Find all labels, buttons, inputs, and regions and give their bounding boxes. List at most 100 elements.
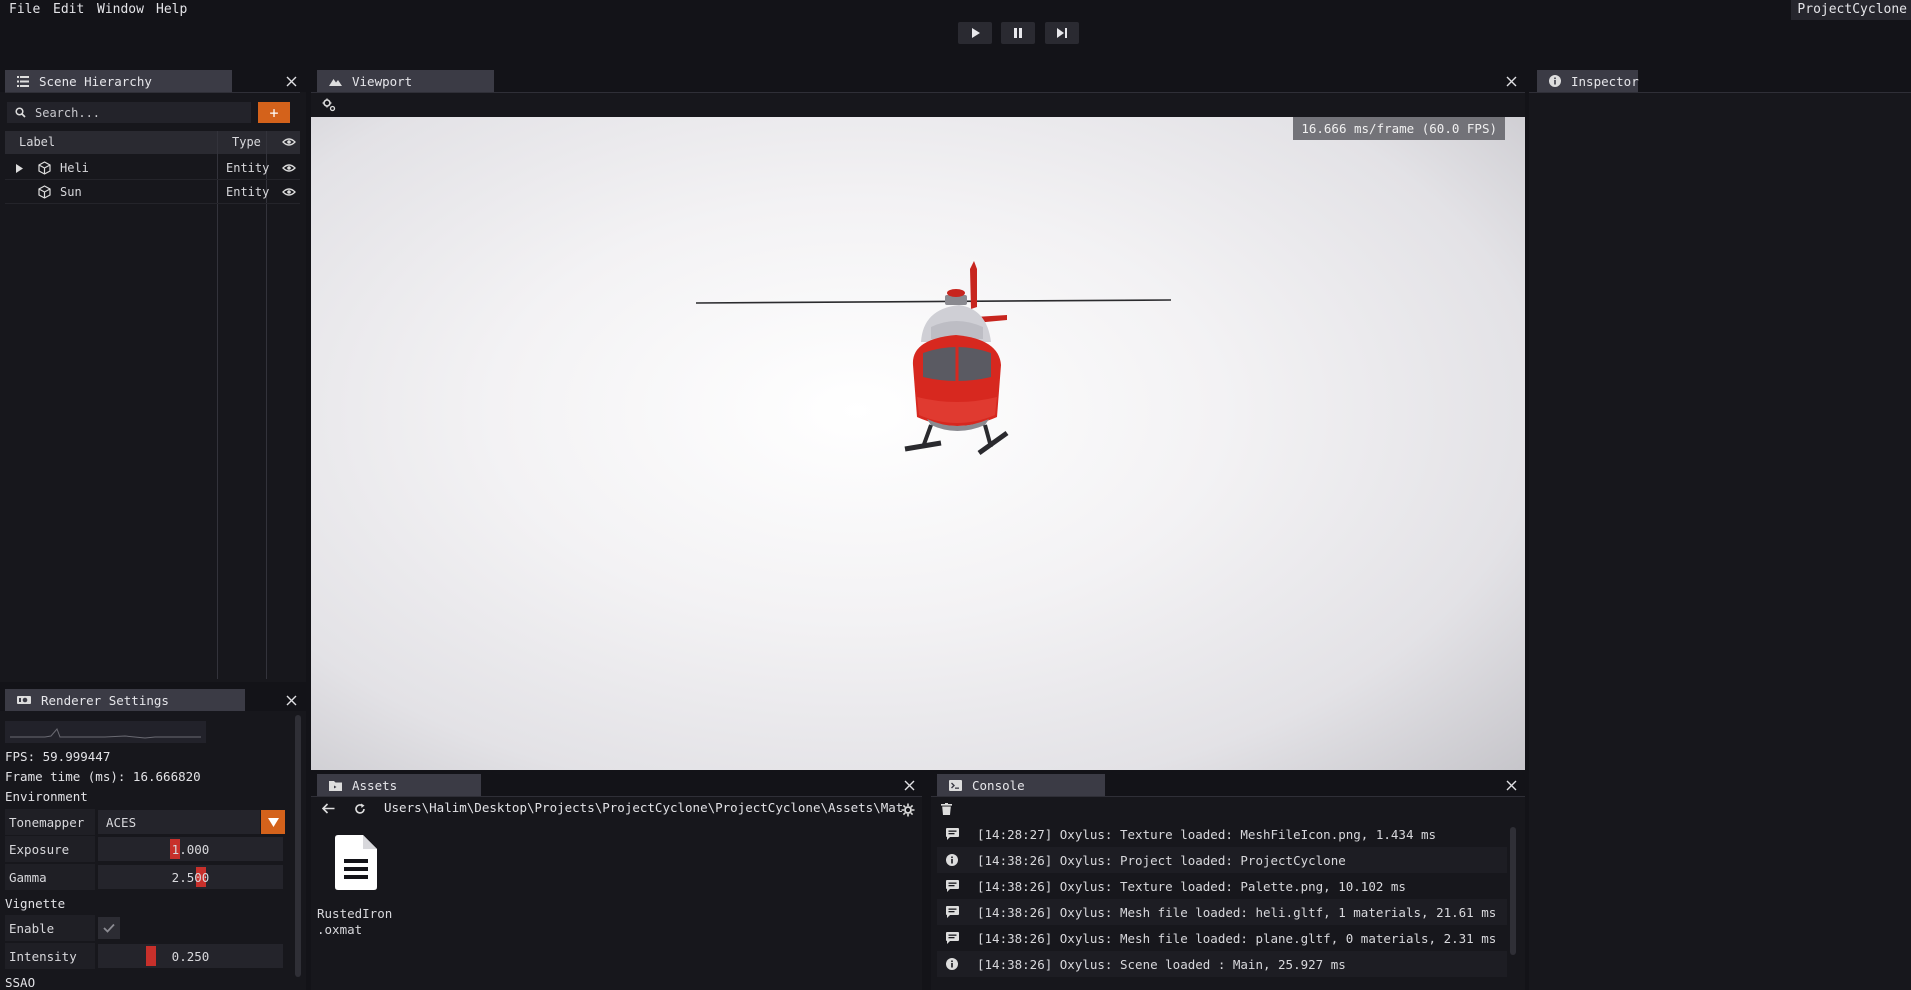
- console-log-row[interactable]: [14:38:26] Oxylus: Project loaded: Proje…: [937, 847, 1507, 873]
- gpu-icon: [17, 696, 31, 704]
- expand-arrow-icon[interactable]: [16, 164, 23, 173]
- tonemapper-select[interactable]: ACES: [98, 810, 260, 834]
- eye-icon: [282, 138, 296, 146]
- entity-type: Entity: [226, 161, 270, 175]
- step-forward-icon: [1057, 28, 1067, 38]
- asset-name: RustedIron: [317, 906, 393, 921]
- intensity-slider[interactable]: 0.250: [98, 944, 283, 968]
- tonemapper-value: ACES: [106, 814, 137, 830]
- tonemapper-dropdown-button[interactable]: [261, 810, 285, 834]
- info-icon: [937, 958, 967, 970]
- assets-panel: [311, 796, 922, 990]
- divider: [5, 92, 300, 93]
- terminal-icon: [949, 779, 962, 791]
- mountain-icon: [329, 78, 342, 86]
- console-log-row[interactable]: [14:38:26] Oxylus: Scene loaded : Main, …: [937, 951, 1507, 977]
- column-divider: [217, 131, 218, 679]
- intensity-row: Intensity 0.250: [5, 943, 283, 969]
- tab-viewport[interactable]: Viewport: [317, 70, 494, 92]
- console-log-text: [14:38:26] Oxylus: Project loaded: Proje…: [977, 852, 1346, 868]
- cube-icon: [38, 185, 51, 199]
- menu-window[interactable]: Window: [97, 2, 144, 17]
- console-log-row[interactable]: [14:38:26] Oxylus: Mesh file loaded: hel…: [937, 899, 1507, 925]
- close-icon: [286, 695, 296, 705]
- add-entity-button[interactable]: +: [258, 102, 290, 123]
- column-label-header[interactable]: Label: [19, 135, 55, 149]
- close-console-button[interactable]: [1504, 778, 1518, 792]
- console-log-text: [14:38:26] Oxylus: Scene loaded : Main, …: [977, 956, 1346, 972]
- message-icon: [937, 880, 967, 892]
- entity-type: Entity: [226, 185, 270, 199]
- intensity-value: 0.250: [171, 948, 210, 964]
- play-icon: [972, 28, 980, 38]
- asset-path-breadcrumb[interactable]: Users\Halim\Desktop\Projects\ProjectCycl…: [384, 800, 904, 818]
- close-viewport-button[interactable]: [1504, 74, 1518, 88]
- list-icon: [17, 75, 29, 87]
- frame-time-readout: Frame time (ms): 16.666820: [5, 769, 201, 784]
- visibility-eye-icon[interactable]: [282, 187, 296, 197]
- helicopter-model: [695, 261, 1172, 456]
- message-icon: [937, 932, 967, 944]
- tab-label: Console: [972, 777, 1025, 793]
- console-log-row[interactable]: [14:28:27] Oxylus: Texture loaded: MeshF…: [937, 821, 1507, 847]
- tonemapper-row: Tonemapper ACES: [5, 809, 285, 835]
- console-scrollbar[interactable]: [1510, 827, 1516, 955]
- console-log-row[interactable]: [14:38:26] Oxylus: Mesh file loaded: pla…: [937, 925, 1507, 951]
- inspector-panel: [1529, 92, 1911, 990]
- close-assets-button[interactable]: [902, 778, 916, 792]
- environment-section-header: Environment: [5, 789, 88, 804]
- refresh-icon[interactable]: [354, 803, 366, 815]
- back-arrow-icon[interactable]: [322, 803, 335, 814]
- asset-extension: .oxmat: [317, 922, 363, 937]
- menu-file[interactable]: File: [9, 2, 40, 17]
- exposure-value: 1.000: [171, 841, 210, 857]
- viewport-toolbar: [311, 93, 1525, 117]
- divider: [931, 796, 1525, 797]
- enable-label: Enable: [5, 915, 95, 941]
- asset-item[interactable]: RustedIron .oxmat: [316, 835, 396, 940]
- entity-label: Heli: [60, 161, 89, 175]
- intensity-label: Intensity: [5, 943, 95, 969]
- gamma-row: Gamma 2.500: [5, 864, 283, 890]
- column-type-header[interactable]: Type: [232, 135, 261, 149]
- console-log-text: [14:38:26] Oxylus: Mesh file loaded: hel…: [977, 904, 1497, 920]
- tab-label: Assets: [352, 777, 398, 793]
- gizmo-settings-icon[interactable]: [322, 98, 336, 112]
- message-icon: [937, 828, 967, 840]
- hierarchy-row-sun[interactable]: Sun Entity: [5, 181, 300, 204]
- tab-renderer-settings[interactable]: Renderer Settings: [5, 689, 245, 711]
- menu-help[interactable]: Help: [156, 2, 187, 17]
- tab-inspector[interactable]: Inspector: [1537, 70, 1639, 92]
- search-icon: [15, 107, 26, 118]
- tab-scene-hierarchy[interactable]: Scene Hierarchy: [5, 70, 232, 92]
- console-log-row[interactable]: [14:38:26] Oxylus: Texture loaded: Palet…: [937, 873, 1507, 899]
- vignette-enable-row: Enable: [5, 915, 283, 941]
- pause-icon: [1014, 28, 1022, 38]
- play-button[interactable]: [958, 22, 992, 44]
- gamma-slider[interactable]: 2.500: [98, 865, 283, 889]
- tab-console[interactable]: Console: [937, 774, 1105, 796]
- tab-assets[interactable]: Assets: [317, 774, 481, 796]
- divider: [1529, 92, 1911, 93]
- tonemapper-label: Tonemapper: [5, 809, 95, 835]
- step-button[interactable]: [1045, 22, 1079, 44]
- hierarchy-row-heli[interactable]: Heli Entity: [5, 157, 300, 180]
- viewport-canvas[interactable]: 16.666 ms/frame (60.0 FPS): [311, 117, 1525, 770]
- slider-grab[interactable]: [146, 946, 156, 966]
- renderer-scrollbar[interactable]: [295, 715, 301, 977]
- gear-icon[interactable]: [901, 803, 915, 817]
- tab-label: Inspector: [1571, 73, 1639, 89]
- hierarchy-search-input[interactable]: Search...: [7, 102, 251, 123]
- close-renderer-settings-button[interactable]: [284, 693, 298, 707]
- pause-button[interactable]: [1001, 22, 1035, 44]
- divider: [311, 796, 922, 797]
- trash-icon[interactable]: [941, 803, 952, 815]
- close-scene-hierarchy-button[interactable]: [284, 74, 298, 88]
- message-icon: [937, 906, 967, 918]
- menu-edit[interactable]: Edit: [53, 2, 84, 17]
- file-icon: [335, 835, 377, 890]
- console-log-text: [14:28:27] Oxylus: Texture loaded: MeshF…: [977, 826, 1437, 842]
- visibility-eye-icon[interactable]: [282, 163, 296, 173]
- vignette-enable-checkbox[interactable]: [98, 917, 120, 939]
- exposure-slider[interactable]: 1.000: [98, 837, 283, 861]
